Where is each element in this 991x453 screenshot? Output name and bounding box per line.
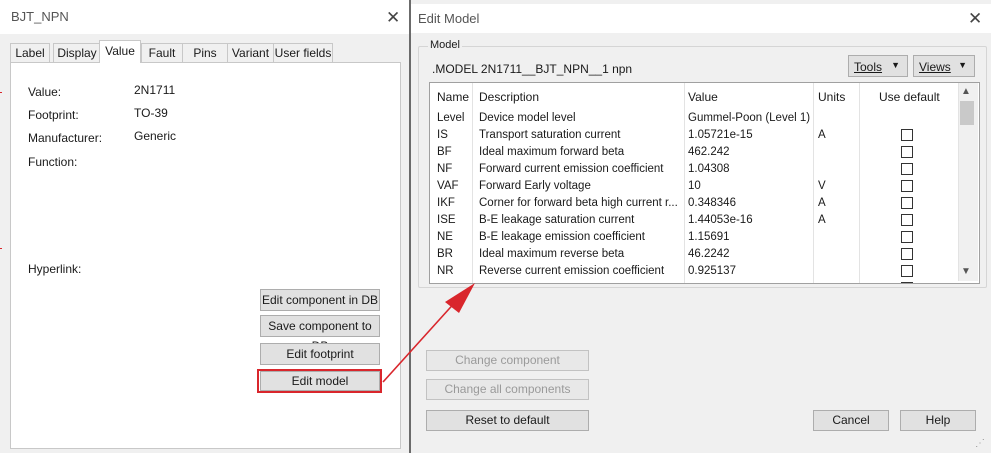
tab-value[interactable]: Value bbox=[99, 40, 141, 63]
red-arrow-annotation bbox=[382, 283, 475, 383]
arrow-shaft bbox=[382, 298, 459, 383]
